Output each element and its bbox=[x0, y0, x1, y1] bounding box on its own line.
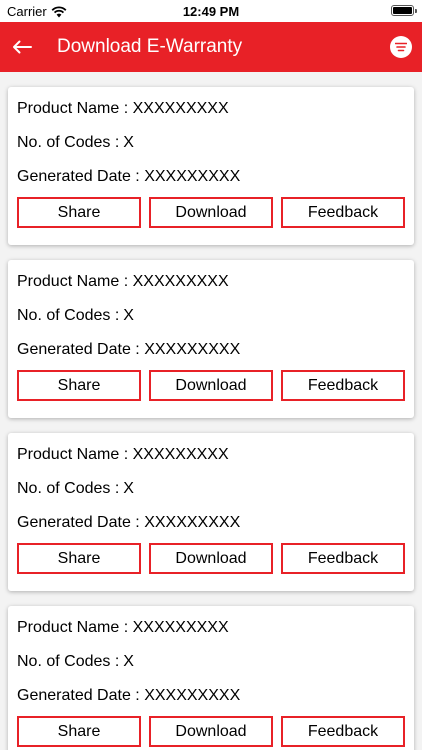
card-actions: Share Download Feedback bbox=[17, 197, 405, 228]
status-bar: Carrier 12:49 PM bbox=[0, 0, 422, 22]
codes-row: No. of Codes :X bbox=[17, 303, 405, 337]
share-button[interactable]: Share bbox=[17, 716, 141, 747]
codes-label: No. of Codes : bbox=[17, 480, 120, 497]
warranty-card: Product Name : XXXXXXXXX No. of Codes :X… bbox=[8, 87, 414, 245]
generated-date: Generated Date : XXXXXXXXX bbox=[17, 687, 241, 704]
download-button[interactable]: Download bbox=[149, 370, 273, 401]
warranty-card: Product Name : XXXXXXXXX No. of Codes :X… bbox=[8, 260, 414, 418]
feedback-button[interactable]: Feedback bbox=[281, 543, 405, 574]
feedback-button[interactable]: Feedback bbox=[281, 716, 405, 747]
codes-value: X bbox=[123, 653, 134, 670]
codes-value: X bbox=[123, 307, 134, 324]
app-bar: Download E-Warranty bbox=[0, 22, 422, 72]
warranty-list: Product Name : XXXXXXXXX No. of Codes :X… bbox=[0, 72, 422, 750]
feedback-button[interactable]: Feedback bbox=[281, 370, 405, 401]
codes-value: X bbox=[123, 134, 134, 151]
generated-date: Generated Date : XXXXXXXXX bbox=[17, 341, 241, 358]
card-actions: Share Download Feedback bbox=[17, 370, 405, 401]
download-button[interactable]: Download bbox=[149, 543, 273, 574]
product-name: Product Name : XXXXXXXXX bbox=[17, 446, 229, 463]
share-button[interactable]: Share bbox=[17, 543, 141, 574]
share-button[interactable]: Share bbox=[17, 197, 141, 228]
back-arrow-icon bbox=[13, 40, 32, 54]
card-actions: Share Download Feedback bbox=[17, 543, 405, 574]
share-button[interactable]: Share bbox=[17, 370, 141, 401]
page-title: Download E-Warranty bbox=[57, 36, 243, 57]
download-button[interactable]: Download bbox=[149, 716, 273, 747]
warranty-card: Product Name : XXXXXXXXX No. of Codes :X… bbox=[8, 433, 414, 591]
generated-date: Generated Date : XXXXXXXXX bbox=[17, 514, 241, 531]
filter-menu-button[interactable] bbox=[390, 36, 412, 58]
codes-row: No. of Codes :X bbox=[17, 476, 405, 510]
feedback-button[interactable]: Feedback bbox=[281, 197, 405, 228]
codes-label: No. of Codes : bbox=[17, 134, 120, 151]
menu-lines-icon bbox=[395, 42, 407, 52]
codes-row: No. of Codes :X bbox=[17, 130, 405, 164]
codes-value: X bbox=[123, 480, 134, 497]
warranty-card: Product Name : XXXXXXXXX No. of Codes :X… bbox=[8, 606, 414, 750]
codes-label: No. of Codes : bbox=[17, 307, 120, 324]
codes-row: No. of Codes :X bbox=[17, 649, 405, 683]
product-name: Product Name : XXXXXXXXX bbox=[17, 100, 229, 117]
download-button[interactable]: Download bbox=[149, 197, 273, 228]
generated-date: Generated Date : XXXXXXXXX bbox=[17, 168, 241, 185]
product-name: Product Name : XXXXXXXXX bbox=[17, 619, 229, 636]
back-button[interactable] bbox=[0, 22, 44, 72]
card-actions: Share Download Feedback bbox=[17, 716, 405, 747]
battery-icon bbox=[391, 5, 417, 16]
codes-label: No. of Codes : bbox=[17, 653, 120, 670]
clock: 12:49 PM bbox=[182, 4, 240, 19]
product-name: Product Name : XXXXXXXXX bbox=[17, 273, 229, 290]
